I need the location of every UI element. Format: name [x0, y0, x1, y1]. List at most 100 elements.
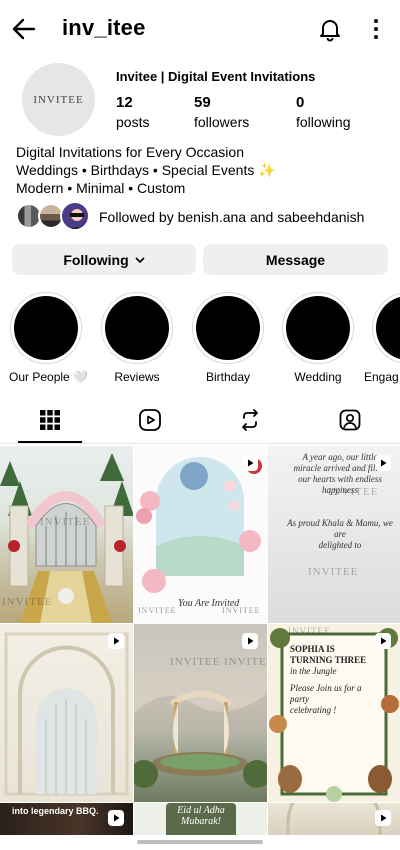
highlight-cover — [376, 296, 400, 360]
stat-followers-label: followers — [194, 114, 250, 130]
highlight-cover — [286, 296, 350, 360]
stat-followers[interactable]: 59 followers — [194, 94, 249, 130]
followed-by-text: Followed by benish.ana and sabeehdanish — [99, 209, 365, 225]
highlight-ring — [282, 292, 354, 364]
following-label: Following — [63, 251, 129, 268]
highlight-ring — [192, 292, 264, 364]
highlight-reviews[interactable]: Reviews — [100, 292, 174, 384]
tab-tagged[interactable] — [330, 405, 370, 439]
repost-icon — [238, 408, 262, 437]
watermark: INVITEE — [224, 656, 267, 668]
post-text-line: TURNING THREE — [290, 655, 367, 665]
tab-reposts[interactable] — [230, 405, 270, 439]
post-text-line: As proud Khala & Mamu, we are — [287, 518, 393, 539]
tab-grid[interactable] — [30, 405, 70, 439]
watermark: INVITEE — [308, 566, 359, 578]
highlight-ring — [10, 292, 82, 364]
post-tile[interactable] — [0, 624, 133, 802]
stat-followers-value: 59 — [194, 94, 211, 111]
post-text: SOPHIA IS TURNING THREE in the Jungle Pl… — [290, 644, 382, 716]
post-tile[interactable]: A year ago, our little miracle arrived a… — [268, 446, 400, 623]
home-indicator[interactable] — [137, 840, 263, 844]
post-tile[interactable]: You Are Invited INVITEE INVITEE — [134, 446, 267, 623]
highlight-cover — [196, 296, 260, 360]
bio: Digital Invitations for Every Occasion W… — [16, 143, 276, 197]
display-name: Invitee | Digital Event Invitations — [116, 69, 316, 84]
post-artwork — [4, 632, 129, 796]
highlight-ring — [372, 292, 400, 364]
post-text-line: Eid ul Adha — [177, 805, 225, 816]
back-arrow-icon[interactable] — [10, 15, 38, 43]
post-artwork — [134, 691, 267, 788]
reel-badge-icon — [375, 455, 391, 471]
watermark: INVITEE — [222, 606, 261, 615]
following-button[interactable]: Following — [12, 244, 196, 275]
post-text-line: Please Join us for a party — [290, 683, 362, 704]
highlight-label: Wedding — [294, 370, 342, 384]
tabs-divider — [0, 443, 400, 444]
post-tile[interactable]: INVITEE INVITEE — [134, 624, 267, 802]
post-text: As proud Khala & Mamu, we are delighted … — [282, 518, 398, 551]
post-text-line: Mubarak! — [181, 816, 221, 827]
highlight-birthday[interactable]: Birthday — [191, 292, 265, 384]
post-tile[interactable]: into legendary BBQ. — [0, 803, 133, 835]
stat-posts[interactable]: 12 posts — [116, 94, 149, 130]
profile-username: inv_itee — [62, 15, 146, 40]
bell-icon[interactable] — [316, 15, 344, 43]
reel-badge-icon — [375, 633, 391, 649]
post-tile[interactable]: INVITEE INVITEE — [0, 446, 133, 623]
tab-reels[interactable] — [130, 405, 170, 439]
avatar[interactable]: INVITEE — [22, 63, 95, 136]
top-bar: inv_itee — [0, 0, 400, 58]
highlight-cover — [14, 296, 78, 360]
more-vertical-icon[interactable] — [366, 17, 386, 41]
highlight-our-people[interactable]: Our People 🤍 — [9, 292, 88, 384]
post-text: Eid ul Adha Mubarak! — [172, 805, 230, 827]
post-text-line: celebrating ! — [290, 705, 337, 715]
post-tile[interactable] — [268, 803, 400, 835]
stat-following-value: 0 — [296, 94, 305, 111]
post-tile[interactable]: SOPHIA IS TURNING THREE in the Jungle Pl… — [268, 624, 400, 802]
tagged-icon — [338, 408, 362, 437]
stat-following[interactable]: 0 following — [296, 94, 350, 130]
watermark: INVITEE — [288, 626, 331, 636]
follower-avatar — [60, 201, 90, 231]
post-text-line: delighted to — [318, 540, 362, 550]
chevron-down-icon — [135, 256, 145, 264]
post-text-line: in the Jungle — [290, 666, 337, 676]
watermark: INVITEE — [138, 606, 177, 615]
highlight-engagement[interactable]: Engag — [364, 292, 400, 384]
watermark: INVITEE — [40, 516, 91, 528]
highlight-ring — [101, 292, 173, 364]
post-text-line: SOPHIA IS — [290, 644, 335, 654]
highlight-wedding[interactable]: Wedding — [281, 292, 355, 384]
watermark: INVITEE — [170, 656, 221, 668]
bio-line: Modern • Minimal • Custom — [16, 180, 186, 196]
message-button[interactable]: Message — [203, 244, 388, 275]
reel-badge-icon — [108, 810, 124, 826]
highlight-label: Birthday — [205, 370, 251, 384]
post-caption: into legendary BBQ. — [12, 806, 99, 816]
stat-posts-label: posts — [116, 114, 150, 130]
bio-line: Weddings • Birthdays • Special Events ✨ — [16, 162, 276, 178]
grid-icon — [39, 409, 61, 436]
post-tile[interactable]: Eid ul Adha Mubarak! — [134, 803, 267, 835]
watermark: INVITEE — [328, 486, 379, 498]
stat-posts-value: 12 — [116, 94, 133, 111]
reel-badge-icon — [375, 810, 391, 826]
highlight-label: Our People 🤍 — [9, 370, 88, 384]
highlight-label: Reviews — [114, 370, 160, 384]
avatar-logo-text: INVITEE — [33, 93, 84, 106]
reel-badge-icon — [108, 633, 124, 649]
followed-by[interactable]: Followed by benish.ana and sabeehdanish — [16, 201, 386, 231]
watermark: INVITEE — [2, 596, 53, 608]
stat-following-label: following — [296, 114, 351, 130]
highlight-cover — [105, 296, 169, 360]
bio-line: Digital Invitations for Every Occasion — [16, 144, 244, 160]
message-label: Message — [265, 251, 326, 268]
reels-icon — [138, 408, 162, 437]
reel-badge-icon — [242, 633, 258, 649]
reel-badge-icon — [242, 455, 258, 471]
highlight-label: Engag — [364, 370, 399, 384]
post-artwork — [136, 457, 262, 593]
